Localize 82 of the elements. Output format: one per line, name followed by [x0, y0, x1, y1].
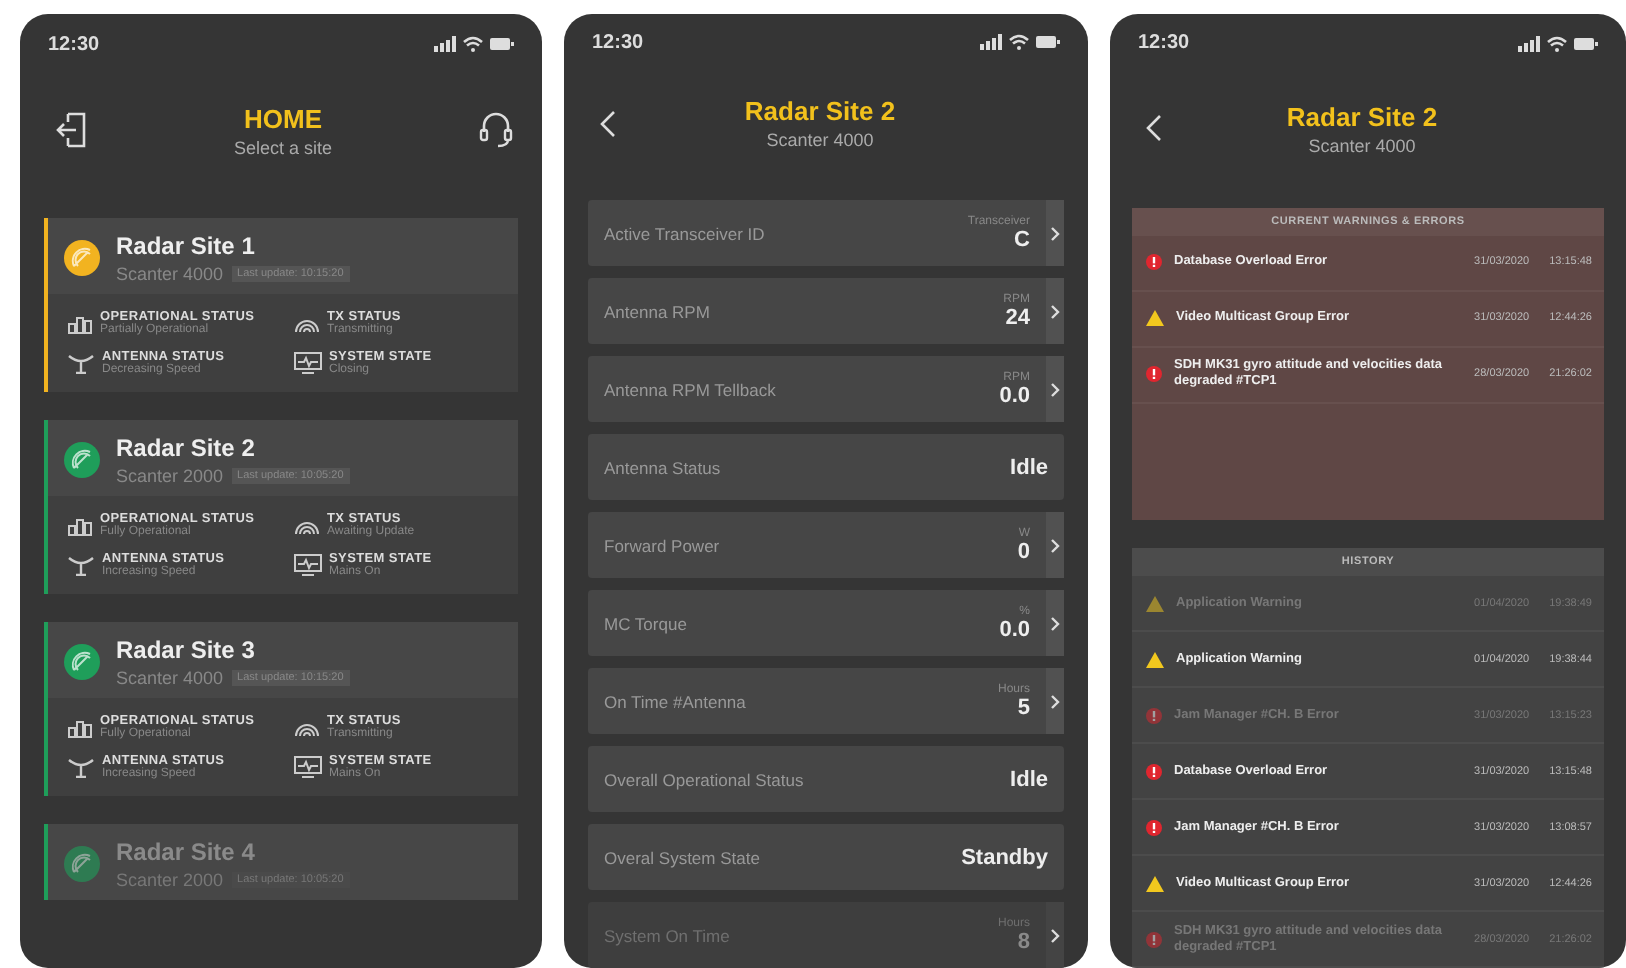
- parameter-value: 0.0: [999, 383, 1030, 407]
- radar-icon: [64, 442, 100, 478]
- site-name: Radar Site 3: [116, 636, 257, 664]
- bar-chart-icon: [68, 717, 92, 737]
- chevron-right-icon: [1050, 303, 1060, 319]
- back-icon[interactable]: [600, 109, 616, 138]
- site-name: Radar Site 1: [116, 232, 257, 260]
- chevron-right-icon: [1050, 927, 1060, 943]
- screen-subtitle: Scanter 4000: [1306, 135, 1418, 156]
- parameter-label: On Time #Antenna: [604, 691, 748, 711]
- parameter-value: 24: [1005, 305, 1030, 329]
- status-time: 12:30: [48, 33, 100, 55]
- screen-subtitle: Select a site: [233, 137, 333, 157]
- chevron-tab[interactable]: [1046, 668, 1064, 734]
- monitor-icon: [293, 554, 321, 576]
- site-name: Radar Site 2: [116, 434, 257, 462]
- parameter-label: Antenna RPM: [604, 301, 712, 321]
- parameter-value: C: [1014, 227, 1030, 251]
- chevron-right-icon: [1050, 615, 1060, 631]
- status-icons: [980, 34, 1060, 51]
- site-model: Scanter 4000: [116, 668, 224, 688]
- error-icon: [1146, 763, 1162, 779]
- site-model: Scanter 4000: [116, 264, 224, 284]
- warning-icon: [1146, 595, 1164, 611]
- parameter-value: Idle: [1010, 767, 1048, 791]
- antenna-icon: [68, 353, 94, 373]
- chevron-right-icon: [1050, 381, 1060, 397]
- parameter-value: 8: [1017, 929, 1030, 953]
- status-icons: [1518, 35, 1598, 52]
- parameter-label: MC Torque: [604, 613, 689, 633]
- parameter-label: Antenna RPM Tellback: [604, 379, 778, 399]
- chevron-tab[interactable]: [1046, 512, 1064, 578]
- bar-chart-icon: [68, 515, 92, 535]
- site-name: Radar Site 4: [116, 838, 257, 866]
- parameter-value: 5: [1017, 695, 1030, 719]
- status-time: 12:30: [592, 31, 644, 54]
- antenna-icon: [68, 757, 94, 777]
- site-model: Scanter 2000: [116, 466, 224, 486]
- monitor-icon: [293, 352, 321, 374]
- monitor-icon: [293, 756, 321, 778]
- error-icon: [1146, 931, 1162, 947]
- error-icon: [1146, 366, 1162, 382]
- chevron-tab[interactable]: [1046, 356, 1064, 422]
- antenna-icon: [68, 555, 94, 575]
- parameter-label: Overal System State: [604, 847, 762, 867]
- parameter-value: Standby: [961, 845, 1048, 869]
- parameter-label: Antenna Status: [604, 457, 723, 477]
- warning-icon: [1146, 875, 1164, 891]
- status-icons: [434, 36, 514, 52]
- warning-icon: [1146, 651, 1164, 667]
- logout-icon[interactable]: [56, 112, 88, 148]
- screen-subtitle: Scanter 4000: [764, 130, 876, 151]
- parameter-value: 0.0: [999, 617, 1030, 641]
- warning-icon: [1146, 310, 1164, 326]
- chevron-tab[interactable]: [1046, 278, 1064, 344]
- screen-title: Radar Site 2: [1286, 101, 1438, 132]
- radar-icon: [64, 644, 100, 680]
- signal-waves-icon: [293, 516, 319, 534]
- chevron-right-icon: [1050, 693, 1060, 709]
- back-icon[interactable]: [1146, 114, 1162, 143]
- parameter-label: Overall Operational Status: [604, 769, 806, 789]
- parameter-label: Forward Power: [604, 535, 722, 555]
- chevron-tab[interactable]: [1046, 200, 1064, 266]
- error-icon: [1146, 819, 1162, 835]
- error-icon: [1146, 707, 1162, 723]
- screen-title: HOME: [242, 103, 324, 133]
- screen-title: Radar Site 2: [744, 96, 896, 127]
- error-icon: [1146, 254, 1162, 270]
- radar-icon: [64, 846, 100, 882]
- parameter-value: 0: [1017, 539, 1030, 563]
- chevron-tab[interactable]: [1046, 590, 1064, 656]
- chevron-tab[interactable]: [1046, 902, 1064, 968]
- chevron-right-icon: [1050, 225, 1060, 241]
- status-time: 12:30: [1138, 32, 1190, 55]
- chevron-right-icon: [1050, 537, 1060, 553]
- bar-chart-icon: [68, 313, 92, 333]
- parameter-label: Active Transceiver ID: [604, 223, 767, 243]
- radar-icon: [64, 240, 100, 276]
- signal-waves-icon: [293, 314, 319, 332]
- signal-waves-icon: [293, 718, 319, 736]
- headset-icon[interactable]: [478, 110, 514, 150]
- parameter-value: Idle: [1010, 455, 1048, 479]
